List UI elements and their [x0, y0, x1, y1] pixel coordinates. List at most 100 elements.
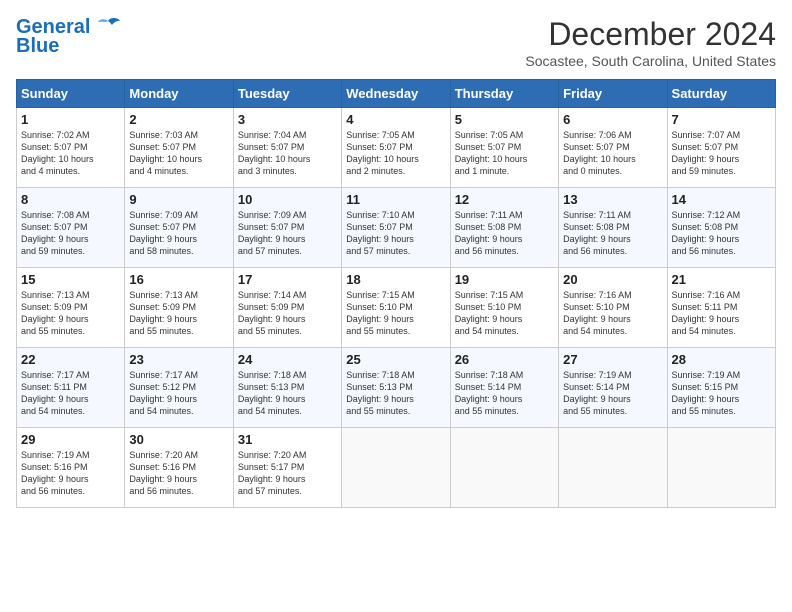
sun-time: Sunset: 5:11 PM — [672, 302, 738, 312]
calendar-cell: 2Sunrise: 7:03 AMSunset: 5:07 PMDaylight… — [125, 108, 233, 188]
daylight-minutes: and 58 minutes. — [129, 246, 193, 256]
day-content: Sunrise: 7:19 AMSunset: 5:16 PMDaylight:… — [21, 449, 120, 498]
sun-time: Sunrise: 7:07 AM — [672, 130, 741, 140]
sun-time: Sunrise: 7:13 AM — [21, 290, 90, 300]
calendar-week-2: 8Sunrise: 7:08 AMSunset: 5:07 PMDaylight… — [17, 188, 776, 268]
day-content: Sunrise: 7:15 AMSunset: 5:10 PMDaylight:… — [346, 289, 445, 338]
sun-time: Sunrise: 7:19 AM — [21, 450, 90, 460]
daylight-hours: Daylight: 9 hours — [129, 474, 197, 484]
day-content: Sunrise: 7:16 AM Sunset: 5:11 PM Daylight:… — [672, 289, 771, 338]
day-content: Sunrise: 7:20 AMSunset: 5:17 PMDaylight:… — [238, 449, 337, 498]
sun-time: Sunrise: 7:15 AM — [455, 290, 524, 300]
sun-time: Sunset: 5:07 PM — [346, 222, 413, 232]
logo: General Blue — [16, 16, 122, 58]
daylight-hours: Daylight: 9 hours — [455, 394, 523, 404]
sun-time: Sunset: 5:11 PM — [21, 382, 87, 392]
sun-time: Sunset: 5:07 PM — [346, 142, 413, 152]
weekday-header-thursday: Thursday — [450, 80, 558, 108]
calendar-cell: 19Sunrise: 7:15 AMSunset: 5:10 PMDayligh… — [450, 268, 558, 348]
daylight-hours: Daylight: 9 hours — [238, 314, 306, 324]
daylight-minutes: and 56 minutes. — [563, 246, 627, 256]
sun-time: Sunset: 5:07 PM — [21, 142, 88, 152]
daylight-minutes: and 55 minutes. — [672, 406, 736, 416]
daylight-minutes: and 55 minutes. — [346, 326, 410, 336]
day-number: 16 — [129, 272, 228, 287]
daylight-minutes: and 2 minutes. — [346, 166, 405, 176]
day-content: Sunrise: 7:17 AMSunset: 5:11 PMDaylight:… — [21, 369, 120, 418]
sun-time: Sunset: 5:07 PM — [238, 142, 305, 152]
daylight-hours: Daylight: 9 hours — [563, 394, 631, 404]
day-content: Sunrise: 7:07 AMSunset: 5:07 PMDaylight:… — [672, 129, 771, 178]
sun-time: Sunset: 5:07 PM — [238, 222, 305, 232]
day-content: Sunrise: 7:19 AMSunset: 5:14 PMDaylight:… — [563, 369, 662, 418]
daylight-hours: Daylight: 10 hours — [129, 154, 202, 164]
calendar-cell: 13Sunrise: 7:11 AMSunset: 5:08 PMDayligh… — [559, 188, 667, 268]
sun-time: Sunset: 5:07 PM — [455, 142, 522, 152]
day-content: Sunrise: 7:09 AMSunset: 5:07 PMDaylight:… — [238, 209, 337, 258]
daylight-hours: Daylight: 9 hours — [346, 314, 414, 324]
day-number: 20 — [563, 272, 662, 287]
logo-bird-icon — [94, 17, 122, 39]
daylight-minutes: and 54 minutes. — [563, 326, 627, 336]
sun-time: Sunset: 5:08 PM — [563, 222, 630, 232]
calendar-cell: 8Sunrise: 7:08 AMSunset: 5:07 PMDaylight… — [17, 188, 125, 268]
day-content: Sunrise: 7:05 AMSunset: 5:07 PMDaylight:… — [455, 129, 554, 178]
day-content: Sunrise: 7:10 AMSunset: 5:07 PMDaylight:… — [346, 209, 445, 258]
calendar-cell: 15Sunrise: 7:13 AMSunset: 5:09 PMDayligh… — [17, 268, 125, 348]
sun-time: Sunset: 5:10 PM — [563, 302, 630, 312]
day-content: Sunrise: 7:03 AMSunset: 5:07 PMDaylight:… — [129, 129, 228, 178]
daylight-minutes: and 59 minutes. — [21, 246, 85, 256]
day-content: Sunrise: 7:13 AMSunset: 5:09 PMDaylight:… — [21, 289, 120, 338]
calendar-cell: 23Sunrise: 7:17 AMSunset: 5:12 PMDayligh… — [125, 348, 233, 428]
calendar-header-row: SundayMondayTuesdayWednesdayThursdayFrid… — [17, 80, 776, 108]
calendar-table: SundayMondayTuesdayWednesdayThursdayFrid… — [16, 79, 776, 508]
calendar-cell — [559, 428, 667, 508]
calendar-week-4: 22Sunrise: 7:17 AMSunset: 5:11 PMDayligh… — [17, 348, 776, 428]
daylight-minutes: and 54 minutes. — [455, 326, 519, 336]
daylight-hours: Daylight: 9 hours — [129, 314, 197, 324]
sun-time: Sunrise: 7:16 AM — [672, 290, 741, 300]
daylight-minutes: and 54 minutes. — [672, 326, 736, 336]
daylight-minutes: and 1 minute. — [455, 166, 510, 176]
day-content: Sunrise: 7:15 AMSunset: 5:10 PMDaylight:… — [455, 289, 554, 338]
day-content: Sunrise: 7:12 AMSunset: 5:08 PMDaylight:… — [672, 209, 771, 258]
calendar-cell: 24Sunrise: 7:18 AMSunset: 5:13 PMDayligh… — [233, 348, 341, 428]
daylight-hours: Daylight: 9 hours — [238, 394, 306, 404]
calendar-cell: 28Sunrise: 7:19 AMSunset: 5:15 PMDayligh… — [667, 348, 775, 428]
day-content: Sunrise: 7:09 AMSunset: 5:07 PMDaylight:… — [129, 209, 228, 258]
day-number: 21 — [672, 272, 771, 287]
calendar-cell: 11Sunrise: 7:10 AMSunset: 5:07 PMDayligh… — [342, 188, 450, 268]
sun-time: Sunset: 5:15 PM — [672, 382, 739, 392]
sun-time: Sunset: 5:10 PM — [455, 302, 522, 312]
calendar-cell: 6Sunrise: 7:06 AMSunset: 5:07 PMDaylight… — [559, 108, 667, 188]
daylight-minutes: and 57 minutes. — [238, 486, 302, 496]
sun-time: Sunset: 5:10 PM — [346, 302, 413, 312]
location-subtitle: Socastee, South Carolina, United States — [525, 53, 776, 69]
daylight-minutes: and 0 minutes. — [563, 166, 622, 176]
calendar-cell: 31Sunrise: 7:20 AMSunset: 5:17 PMDayligh… — [233, 428, 341, 508]
calendar-cell: 17Sunrise: 7:14 AMSunset: 5:09 PMDayligh… — [233, 268, 341, 348]
sun-time: Sunrise: 7:18 AM — [238, 370, 307, 380]
day-number: 10 — [238, 192, 337, 207]
daylight-hours: Daylight: 10 hours — [21, 154, 94, 164]
sun-time: Sunrise: 7:08 AM — [21, 210, 90, 220]
daylight-minutes: and 4 minutes. — [21, 166, 80, 176]
daylight-hours: Daylight: 9 hours — [672, 314, 740, 324]
calendar-cell: 29Sunrise: 7:19 AMSunset: 5:16 PMDayligh… — [17, 428, 125, 508]
day-content: Sunrise: 7:18 AMSunset: 5:13 PMDaylight:… — [238, 369, 337, 418]
daylight-minutes: and 56 minutes. — [455, 246, 519, 256]
sun-time: Sunrise: 7:10 AM — [346, 210, 415, 220]
sun-time: Sunset: 5:17 PM — [238, 462, 305, 472]
daylight-minutes: and 55 minutes. — [563, 406, 627, 416]
logo-blue-text: Blue — [16, 35, 59, 58]
day-content: Sunrise: 7:18 AMSunset: 5:14 PMDaylight:… — [455, 369, 554, 418]
sun-time: Sunset: 5:07 PM — [129, 222, 196, 232]
daylight-minutes: and 3 minutes. — [238, 166, 297, 176]
sun-time: Sunset: 5:08 PM — [455, 222, 522, 232]
sun-time: Sunrise: 7:13 AM — [129, 290, 198, 300]
sun-time: Sunrise: 7:09 AM — [129, 210, 198, 220]
sun-time: Sunrise: 7:19 AM — [672, 370, 741, 380]
calendar-cell: 20Sunrise: 7:16 AMSunset: 5:10 PMDayligh… — [559, 268, 667, 348]
calendar-cell: 27Sunrise: 7:19 AMSunset: 5:14 PMDayligh… — [559, 348, 667, 428]
day-number: 23 — [129, 352, 228, 367]
